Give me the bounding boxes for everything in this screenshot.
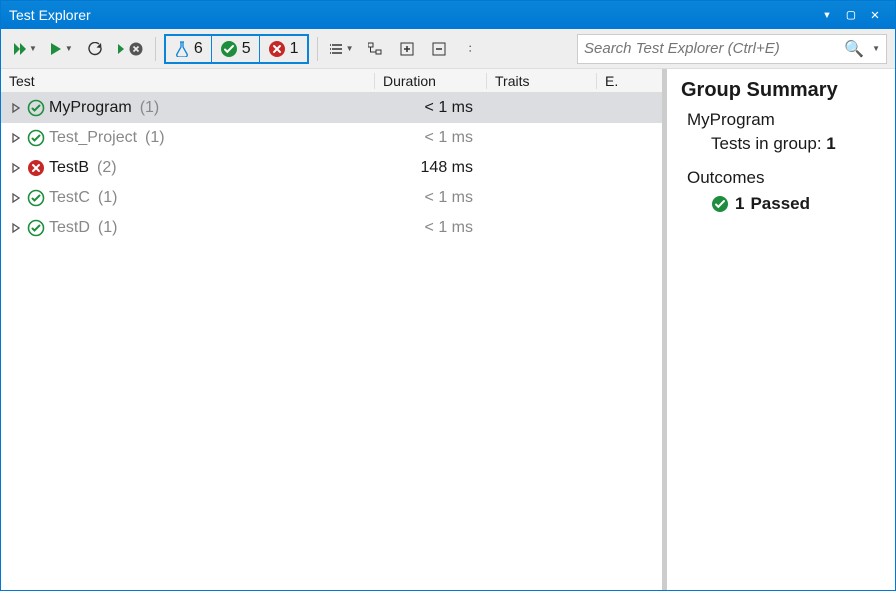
summary-tests-label: Tests in group: — [711, 134, 822, 153]
pass-icon — [27, 219, 45, 237]
summary-tests-count: 1 — [826, 134, 835, 153]
passed-count: 5 — [242, 40, 251, 58]
column-extra-header[interactable]: E. — [597, 73, 662, 89]
test-row[interactable]: TestD (1) < 1 ms — [1, 213, 662, 243]
chevron-down-icon: ▼ — [65, 44, 73, 53]
column-traits-header[interactable]: Traits — [487, 73, 597, 89]
toolbar: ▼ ▼ 6 5 1 — [1, 29, 895, 69]
fail-icon — [268, 40, 286, 58]
test-count: (2) — [97, 159, 117, 177]
separator — [317, 37, 318, 61]
run-all-button[interactable]: ▼ — [9, 35, 41, 63]
collapse-all-button[interactable] — [425, 35, 453, 63]
test-name: TestC — [49, 189, 90, 207]
separator — [155, 37, 156, 61]
window-dropdown-icon[interactable]: ▾ — [815, 7, 839, 23]
column-test-header[interactable]: Test — [1, 73, 375, 89]
test-count: (1) — [98, 219, 118, 237]
test-duration: < 1 ms — [375, 129, 487, 147]
test-row[interactable]: TestB (2) 148 ms — [1, 153, 662, 183]
filter-failed-button[interactable]: 1 — [260, 36, 307, 62]
expand-all-button[interactable] — [393, 35, 421, 63]
search-box[interactable]: 🔍 ▼ — [577, 34, 887, 64]
search-input[interactable] — [584, 40, 838, 57]
test-duration: < 1 ms — [375, 99, 487, 117]
chevron-down-icon[interactable]: ▼ — [872, 44, 880, 53]
pass-icon — [27, 99, 45, 117]
pass-icon — [711, 195, 729, 213]
search-icon[interactable]: 🔍 — [844, 39, 864, 59]
content-area: Test Duration Traits E. MyProgram (1) < 1 … — [1, 69, 895, 590]
test-row[interactable]: MyProgram (1) < 1 ms — [1, 93, 662, 123]
test-name: MyProgram — [49, 99, 132, 117]
test-counters: 6 5 1 — [164, 34, 309, 64]
expander-icon[interactable] — [11, 222, 23, 234]
summary-passed-value: 1 — [735, 194, 744, 214]
test-row[interactable]: TestC (1) < 1 ms — [1, 183, 662, 213]
expander-icon[interactable] — [11, 162, 23, 174]
playlist-button[interactable]: ▼ — [326, 35, 358, 63]
summary-outcomes-label: Outcomes — [687, 168, 881, 188]
test-duration: 148 ms — [375, 159, 487, 177]
test-count: (1) — [145, 129, 165, 147]
fail-icon — [27, 159, 45, 177]
expander-icon[interactable] — [11, 132, 23, 144]
window-title: Test Explorer — [9, 7, 815, 23]
test-explorer-window: Test Explorer ▾ ▢ ✕ ▼ ▼ 6 5 — [0, 0, 896, 591]
summary-passed-row: 1 Passed — [711, 194, 881, 214]
column-duration-header[interactable]: Duration — [375, 73, 487, 89]
summary-title: Group Summary — [681, 79, 881, 102]
repeat-last-run-button[interactable] — [81, 35, 109, 63]
expander-icon[interactable] — [11, 102, 23, 114]
test-count: (1) — [140, 99, 160, 117]
chevron-down-icon: ▼ — [29, 44, 37, 53]
chevron-down-icon: ▼ — [346, 44, 354, 53]
test-duration: < 1 ms — [375, 219, 487, 237]
pass-icon — [220, 40, 238, 58]
flask-icon — [174, 41, 190, 57]
pass-icon — [27, 189, 45, 207]
test-name: TestB — [49, 159, 89, 177]
pass-icon — [27, 129, 45, 147]
test-count: (1) — [98, 189, 118, 207]
summary-tests-line: Tests in group: 1 — [711, 134, 881, 154]
group-by-button[interactable] — [361, 35, 389, 63]
overflow-icon[interactable]: ·· — [463, 44, 479, 53]
maximize-icon[interactable]: ▢ — [839, 7, 863, 23]
failed-count: 1 — [290, 40, 299, 58]
filter-total-button[interactable]: 6 — [166, 36, 212, 62]
test-name: Test_Project — [49, 129, 137, 147]
close-icon[interactable]: ✕ — [863, 7, 887, 23]
titlebar: Test Explorer ▾ ▢ ✕ — [1, 1, 895, 29]
total-count: 6 — [194, 40, 203, 58]
test-rows: MyProgram(1)< 1 msTest_Project(1)< 1 msT… — [1, 93, 662, 590]
filter-passed-button[interactable]: 5 — [212, 36, 260, 62]
test-list-pane: Test Duration Traits E. MyProgram (1) < 1 … — [1, 69, 663, 590]
test-name: TestD — [49, 219, 90, 237]
column-headers: Test Duration Traits E. — [1, 69, 662, 93]
summary-group-name: MyProgram — [687, 110, 881, 130]
expander-icon[interactable] — [11, 192, 23, 204]
test-duration: < 1 ms — [375, 189, 487, 207]
run-failed-button[interactable] — [113, 35, 147, 63]
test-row[interactable]: Test_Project (1) < 1 ms — [1, 123, 662, 153]
summary-pane: Group Summary MyProgram Tests in group: … — [663, 69, 895, 590]
summary-passed-word: Passed — [750, 194, 810, 214]
run-button[interactable]: ▼ — [45, 35, 77, 63]
